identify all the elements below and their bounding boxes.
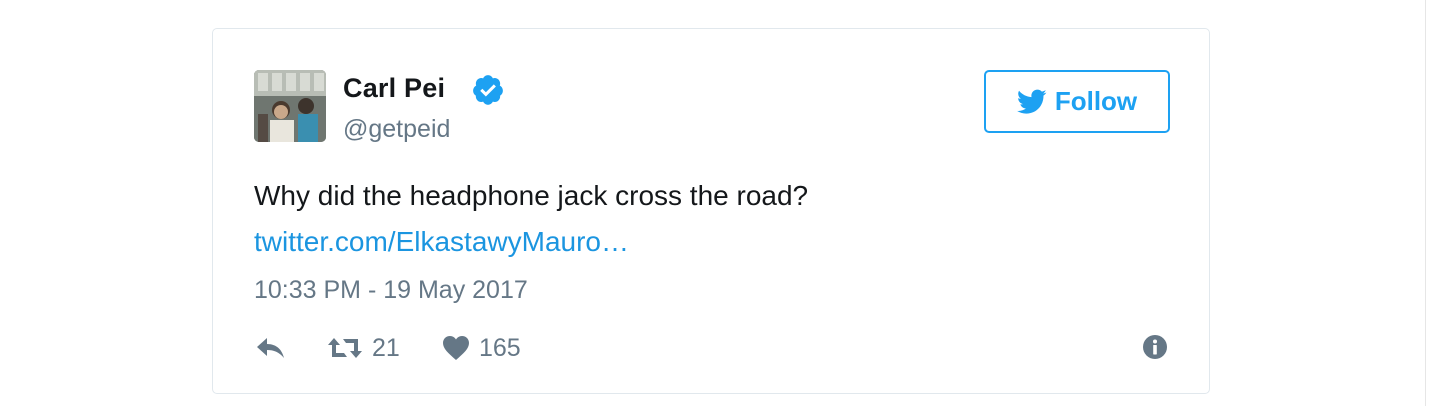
like-button[interactable]: 165 bbox=[442, 330, 521, 366]
retweet-count: 21 bbox=[372, 333, 400, 362]
follow-button[interactable]: Follow bbox=[984, 70, 1170, 133]
follow-label: Follow bbox=[1054, 86, 1138, 116]
retweet-icon bbox=[328, 338, 362, 358]
reply-arrow-icon bbox=[257, 338, 284, 358]
author-handle[interactable]: @getpeid bbox=[343, 115, 450, 144]
page: Carl Pei @getpeid Follow Why did the hea… bbox=[0, 0, 1440, 406]
info-icon[interactable] bbox=[1142, 334, 1168, 360]
tweet-card: Carl Pei @getpeid Follow Why did the hea… bbox=[212, 28, 1210, 394]
tweet-text: Why did the headphone jack cross the roa… bbox=[254, 180, 809, 211]
tweet-link[interactable]: twitter.com/ElkastawyMauro… bbox=[254, 226, 629, 258]
author-name[interactable]: Carl Pei bbox=[343, 73, 445, 104]
twitter-bird-icon bbox=[1016, 89, 1047, 114]
avatar[interactable] bbox=[254, 70, 326, 142]
like-count: 165 bbox=[479, 333, 521, 362]
retweet-button[interactable]: 21 bbox=[327, 330, 400, 366]
reply-button[interactable] bbox=[255, 330, 287, 366]
scrollbar-divider bbox=[1425, 0, 1426, 406]
tweet-timestamp[interactable]: 10:33 PM - 19 May 2017 bbox=[254, 276, 528, 305]
verified-badge-icon bbox=[473, 75, 503, 105]
heart-icon bbox=[443, 336, 469, 360]
